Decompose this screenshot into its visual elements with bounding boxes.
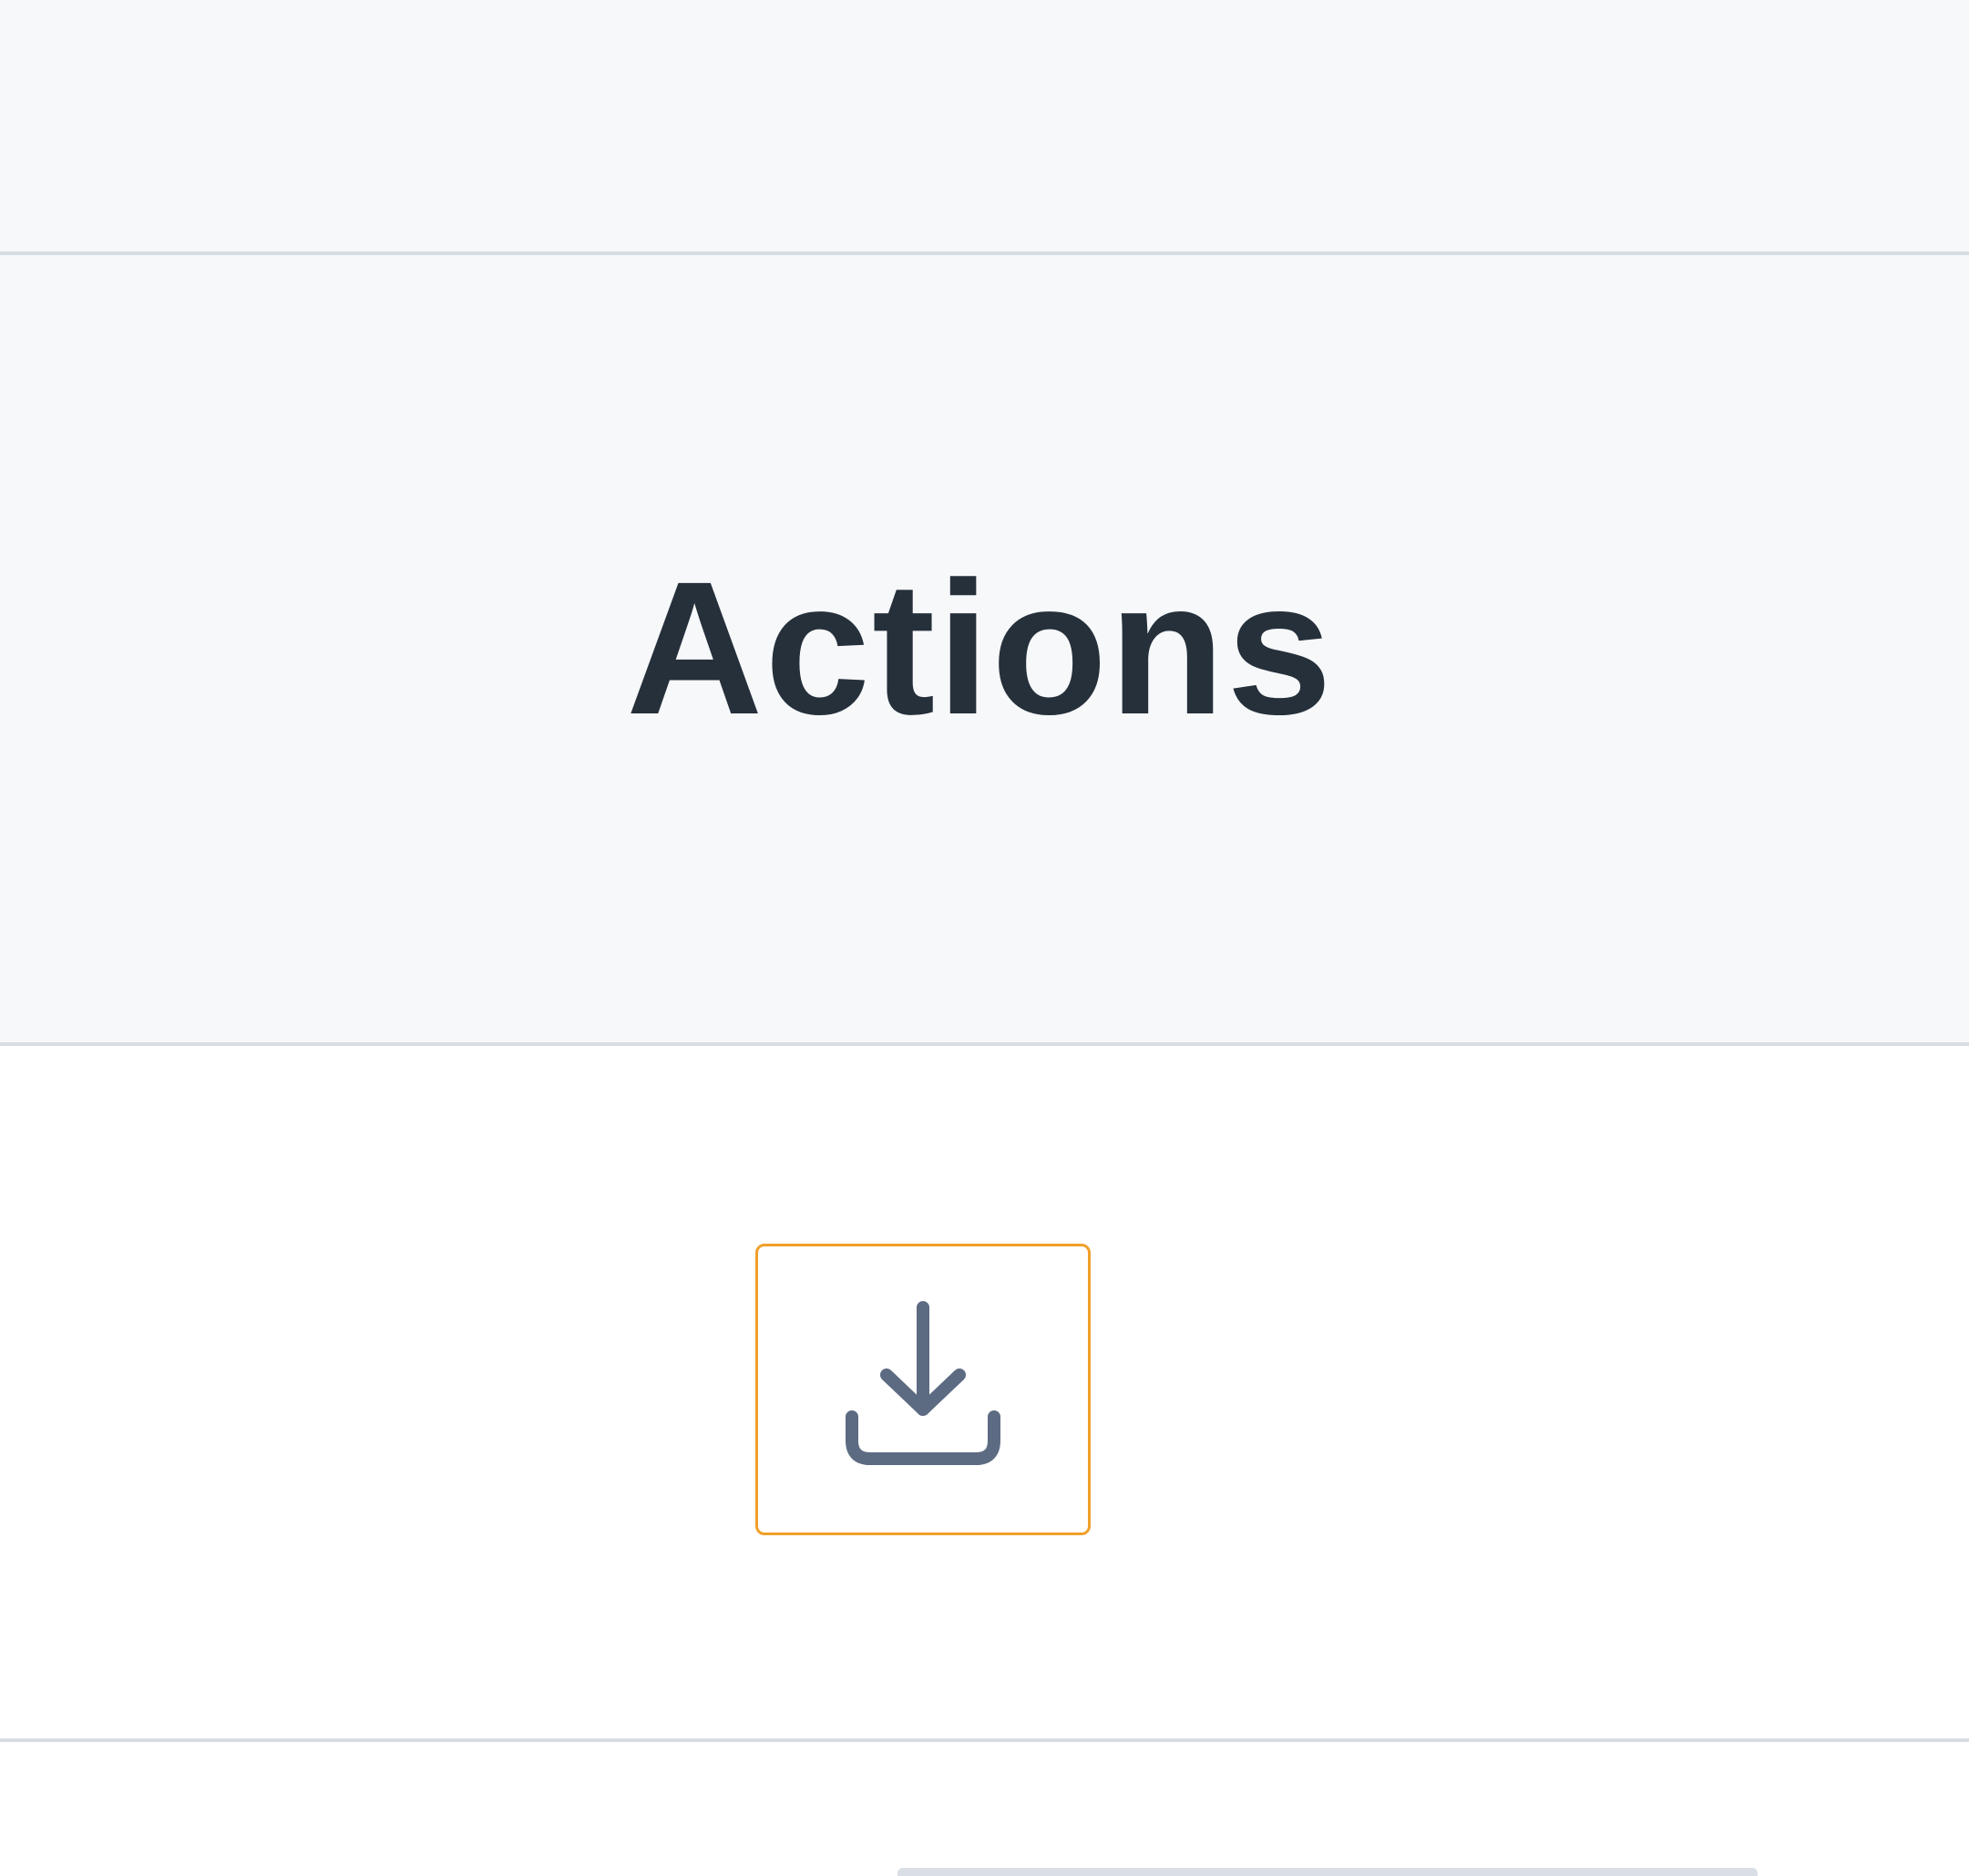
actions-header-label: Actions: [626, 542, 1334, 754]
table-header-top-band: [0, 0, 1969, 255]
next-table-row: [0, 1742, 1969, 1876]
download-icon: [846, 1301, 1000, 1465]
download-button[interactable]: [755, 1244, 1091, 1535]
next-row-element-edge: [897, 1868, 1758, 1876]
table-row: [0, 1046, 1969, 1742]
actions-column-header: Actions: [0, 255, 1969, 1046]
table-fragment: Actions: [0, 0, 1969, 1876]
